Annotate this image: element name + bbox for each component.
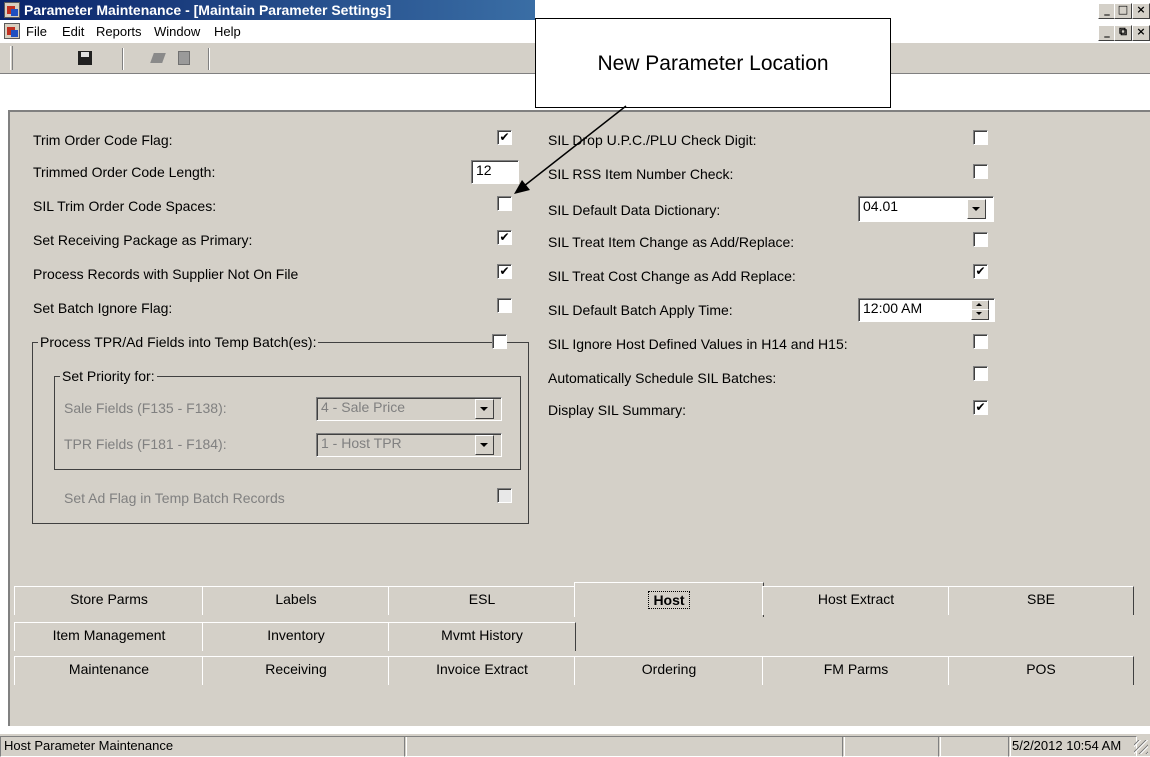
app-icon[interactable] xyxy=(4,2,20,18)
batch-apply-time-label: SIL Default Batch Apply Time: xyxy=(548,302,733,318)
tab-ordering[interactable]: Ordering xyxy=(574,656,764,685)
tpr-group-label: Process TPR/Ad Fields into Temp Batch(es… xyxy=(38,334,319,350)
tab-host-label: Host xyxy=(648,591,690,609)
tab-store-parms[interactable]: Store Parms xyxy=(14,586,204,615)
ad-flag-checkbox[interactable] xyxy=(497,488,512,503)
priority-group-label: Set Priority for: xyxy=(60,368,157,384)
tab-sbe[interactable]: SBE xyxy=(948,586,1134,615)
ignore-host-values-label: SIL Ignore Host Defined Values in H14 an… xyxy=(548,336,848,352)
ignore-host-values-checkbox[interactable] xyxy=(973,334,988,349)
status-text: Host Parameter Maintenance xyxy=(0,736,407,757)
tab-pos[interactable]: POS xyxy=(948,656,1134,685)
batch-ignore-flag-label: Set Batch Ignore Flag: xyxy=(33,300,173,316)
receiving-package-primary-checkbox[interactable]: ✔ xyxy=(497,230,512,245)
item-change-checkbox[interactable] xyxy=(973,232,988,247)
data-dictionary-dropdown-icon[interactable] xyxy=(967,199,986,219)
time-down-arrow-icon[interactable] xyxy=(971,309,989,320)
auto-schedule-checkbox[interactable] xyxy=(973,366,988,381)
status-pane xyxy=(842,736,941,757)
tab-mvmt-history[interactable]: Mvmt History xyxy=(388,622,576,651)
maximize-button[interactable]: □ xyxy=(1114,3,1132,19)
cost-change-checkbox[interactable]: ✔ xyxy=(973,264,988,279)
item-change-label: SIL Treat Item Change as Add/Replace: xyxy=(548,234,795,250)
callout-arrow-icon xyxy=(514,105,627,194)
ad-flag-label: Set Ad Flag in Temp Batch Records xyxy=(64,490,285,506)
toolbar-grip[interactable] xyxy=(10,46,13,70)
doc-close-button[interactable]: × xyxy=(1132,25,1150,41)
trimmed-order-code-length-label: Trimmed Order Code Length: xyxy=(33,164,216,180)
toolbar-separator xyxy=(122,48,124,70)
trim-order-code-flag-label: Trim Order Code Flag: xyxy=(33,132,173,148)
menu-reports[interactable]: Reports xyxy=(96,24,142,39)
document-icon[interactable] xyxy=(4,23,20,39)
tab-invoice-extract[interactable]: Invoice Extract xyxy=(388,656,576,685)
tab-item-management[interactable]: Item Management xyxy=(14,622,204,651)
status-pane xyxy=(404,736,845,757)
tab-receiving[interactable]: Receiving xyxy=(202,656,390,685)
tpr-fields-dropdown-icon[interactable] xyxy=(475,435,494,455)
tpr-fields-label: TPR Fields (F181 - F184): xyxy=(64,436,227,452)
status-pane xyxy=(938,736,1011,757)
status-datetime: 5/2/2012 10:54 AM xyxy=(1008,736,1137,757)
tab-host[interactable]: Host xyxy=(574,582,764,617)
tab-maintenance[interactable]: Maintenance xyxy=(14,656,204,685)
batch-ignore-flag-checkbox[interactable] xyxy=(497,298,512,313)
sale-fields-label: Sale Fields (F135 - F138): xyxy=(64,400,227,416)
tab-esl[interactable]: ESL xyxy=(388,586,576,615)
menu-help[interactable]: Help xyxy=(214,24,241,39)
paste-icon[interactable] xyxy=(178,51,190,65)
toolbar-separator xyxy=(208,48,210,70)
tab-labels[interactable]: Labels xyxy=(202,586,390,615)
rss-item-number-checkbox[interactable] xyxy=(973,164,988,179)
tab-inventory[interactable]: Inventory xyxy=(202,622,390,651)
close-button[interactable]: × xyxy=(1132,3,1150,19)
process-supplier-label: Process Records with Supplier Not On Fil… xyxy=(33,266,299,282)
menu-file[interactable]: File xyxy=(26,24,47,39)
process-supplier-checkbox[interactable]: ✔ xyxy=(497,264,512,279)
cost-change-label: SIL Treat Cost Change as Add Replace: xyxy=(548,268,796,284)
save-icon[interactable] xyxy=(78,51,92,65)
display-summary-label: Display SIL Summary: xyxy=(548,402,686,418)
auto-schedule-label: Automatically Schedule SIL Batches: xyxy=(548,370,777,386)
resize-grip-icon[interactable] xyxy=(1134,740,1148,754)
display-summary-checkbox[interactable]: ✔ xyxy=(973,400,988,415)
sale-fields-dropdown-icon[interactable] xyxy=(475,399,494,419)
doc-restore-button[interactable]: ⧉ xyxy=(1114,25,1132,41)
tpr-group-checkbox[interactable] xyxy=(492,334,507,349)
tab-fm-parms[interactable]: FM Parms xyxy=(762,656,950,685)
window-title: Parameter Maintenance - [Maintain Parame… xyxy=(24,2,392,18)
receiving-package-primary-label: Set Receiving Package as Primary: xyxy=(33,232,253,248)
tab-host-extract[interactable]: Host Extract xyxy=(762,586,950,615)
menu-window[interactable]: Window xyxy=(154,24,200,39)
callout-text: New Parameter Location xyxy=(597,52,829,75)
sil-trim-order-code-spaces-label: SIL Trim Order Code Spaces: xyxy=(33,198,217,214)
menu-edit[interactable]: Edit xyxy=(62,24,84,39)
drop-upc-check-digit-checkbox[interactable] xyxy=(973,130,988,145)
